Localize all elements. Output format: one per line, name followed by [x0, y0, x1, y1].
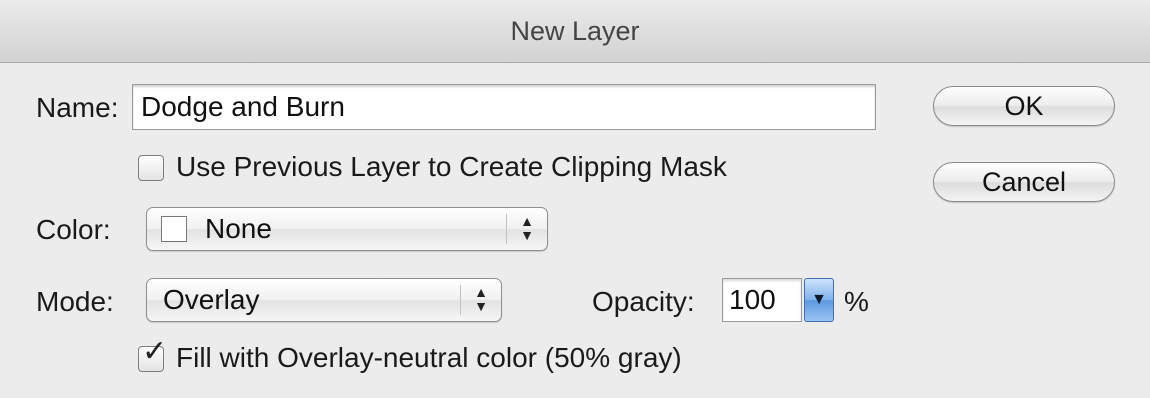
clipping-mask-label[interactable]: Use Previous Layer to Create Clipping Ma… [176, 151, 727, 183]
fill-neutral-label[interactable]: Fill with Overlay-neutral color (50% gra… [176, 342, 682, 374]
color-swatch-icon [161, 216, 187, 242]
color-value: None [205, 213, 272, 244]
color-label: Color: [36, 214, 111, 245]
clipping-mask-checkbox[interactable] [138, 155, 164, 181]
mode-popup[interactable]: Overlay ▲ ▼ [146, 278, 502, 322]
ok-button[interactable]: OK [933, 86, 1115, 126]
dropdown-arrow-icon[interactable]: ▼ [804, 278, 834, 322]
opacity-unit: % [844, 286, 869, 317]
checkmark-icon: ✓ [142, 335, 168, 368]
mode-value: Overlay [163, 284, 260, 315]
updown-arrows-icon: ▲ ▼ [506, 214, 547, 244]
opacity-label: Opacity: [592, 286, 695, 317]
opacity-field[interactable] [722, 278, 802, 322]
name-label: Name: [36, 92, 119, 123]
updown-arrows-icon: ▲ ▼ [460, 285, 501, 315]
name-field[interactable] [132, 84, 876, 130]
cancel-button[interactable]: Cancel [933, 162, 1115, 202]
mode-label: Mode: [36, 286, 114, 317]
fill-neutral-checkbox[interactable]: ✓ [138, 337, 167, 372]
color-popup[interactable]: None ▲ ▼ [146, 207, 548, 251]
window-title: New Layer [0, 0, 1150, 63]
